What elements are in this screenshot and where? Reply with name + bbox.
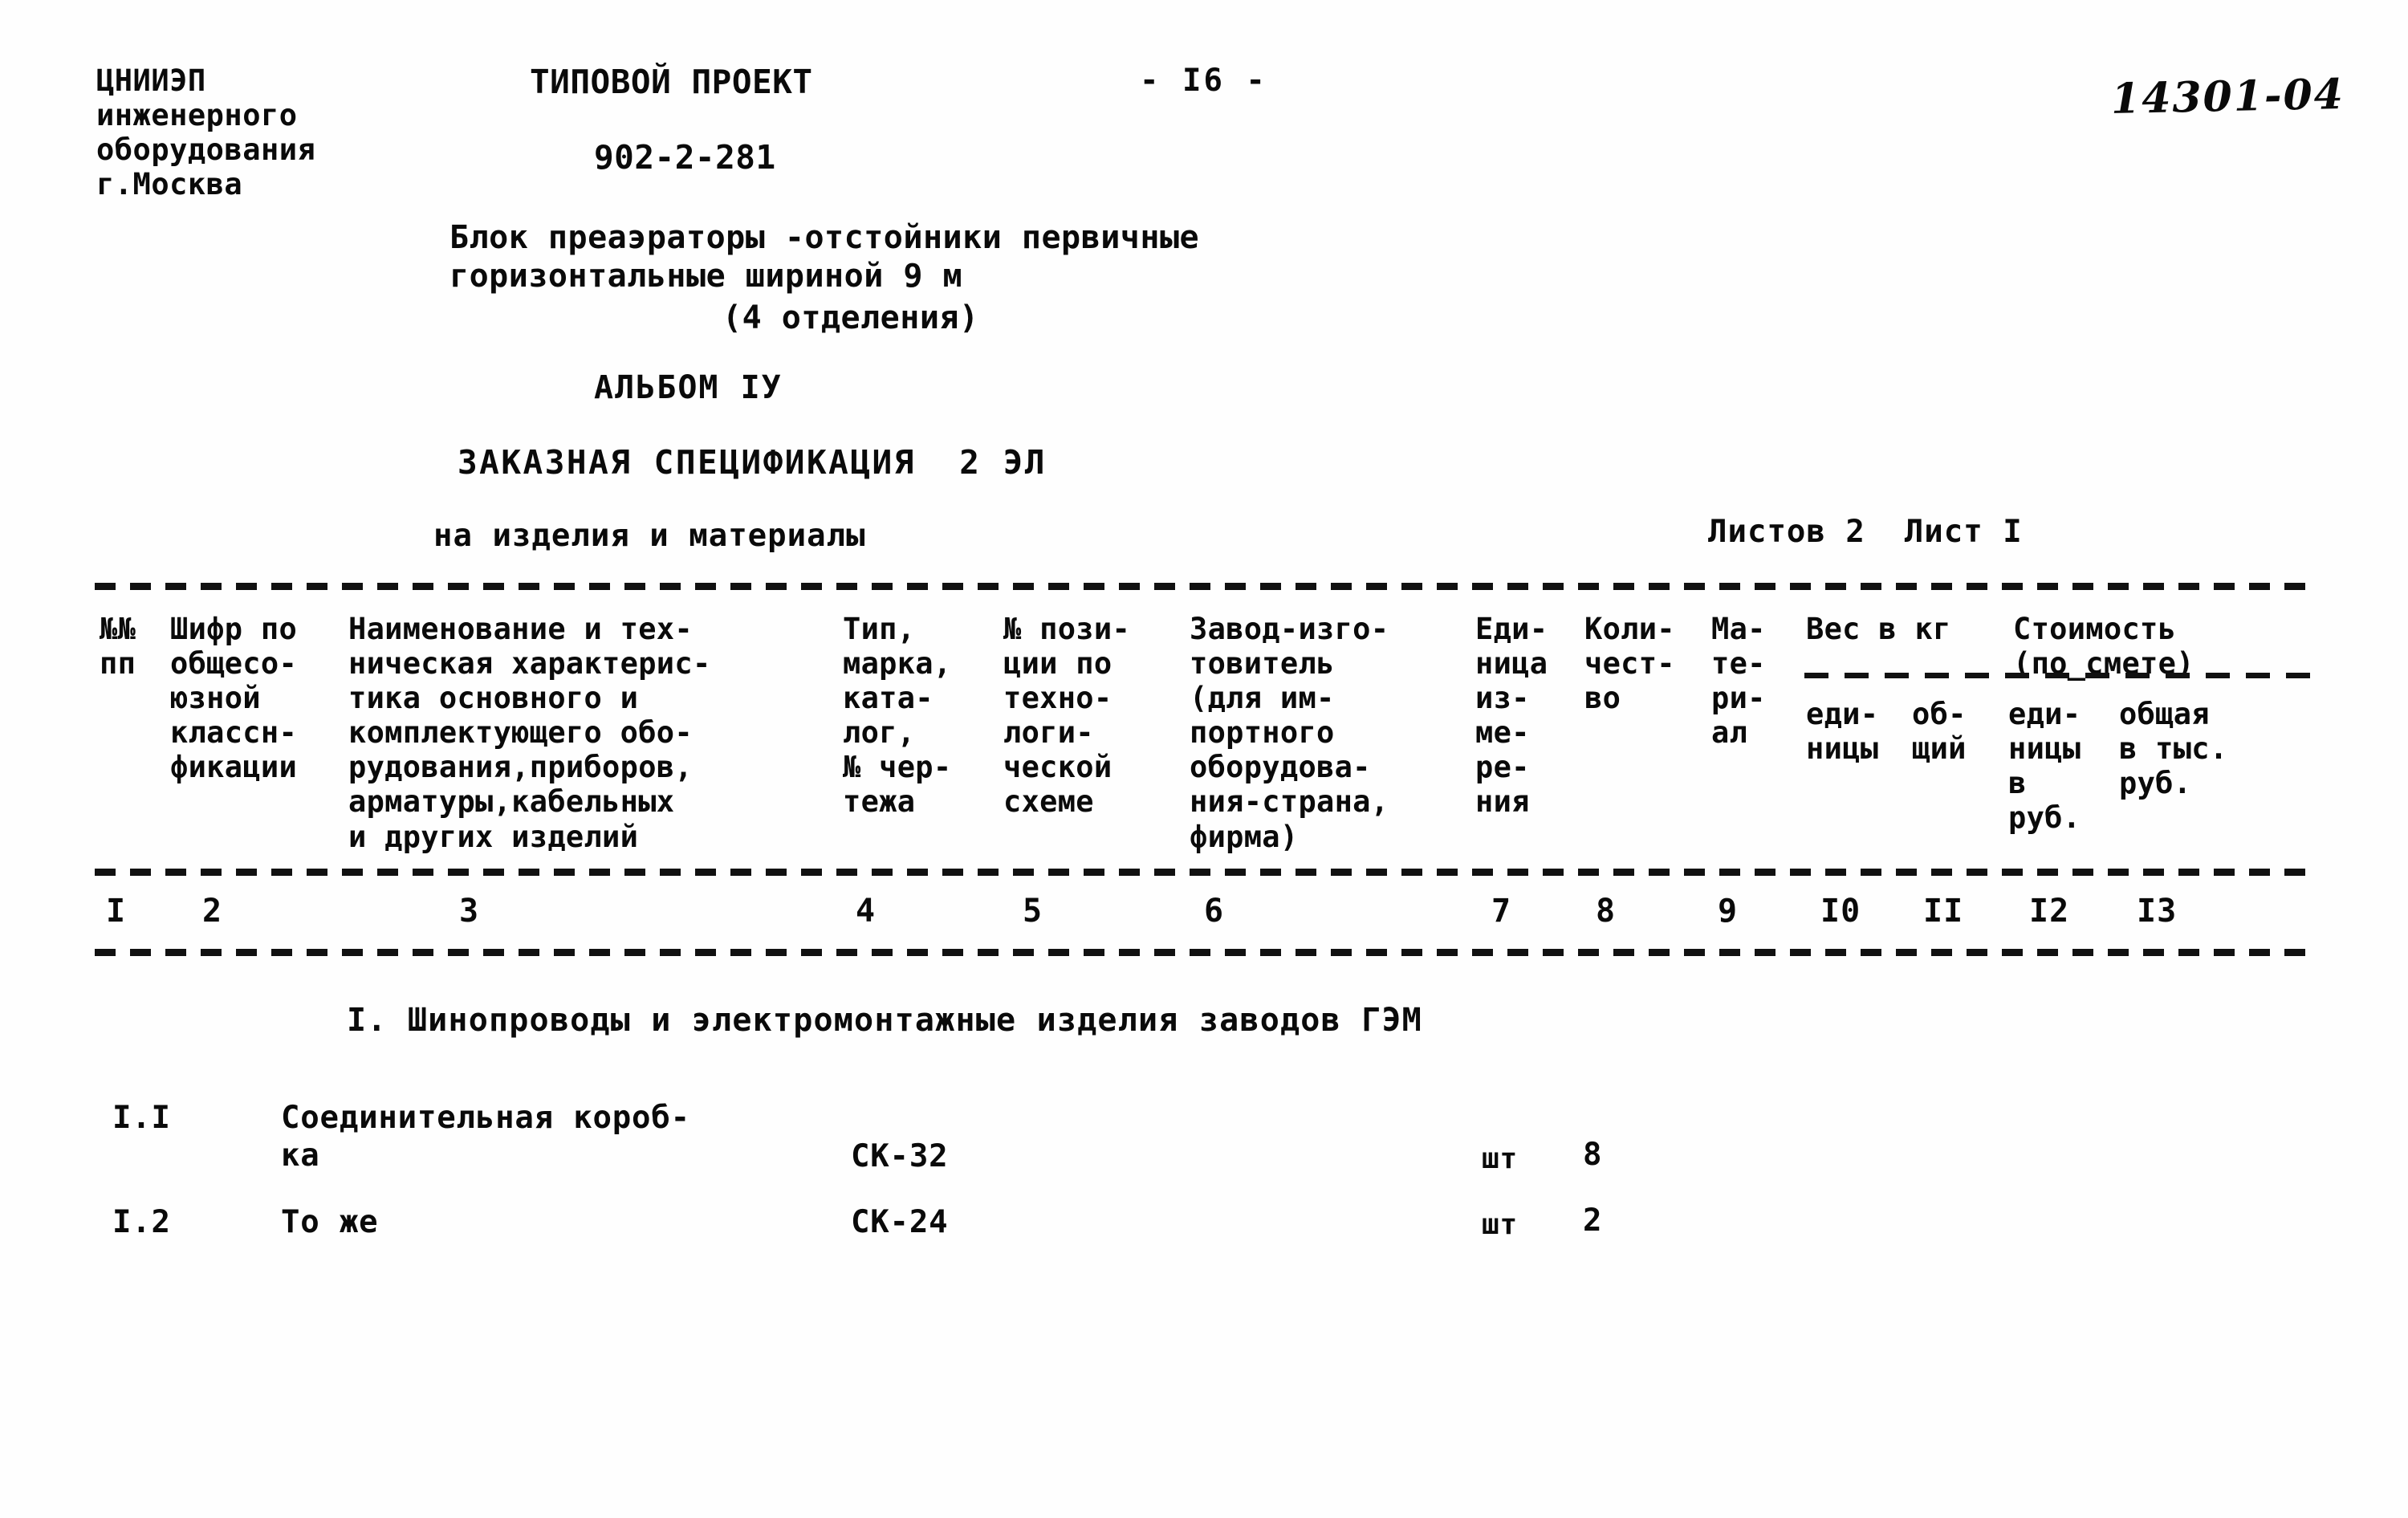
column-number-12: I2	[2029, 893, 2070, 930]
column-number-3: 3	[459, 893, 480, 930]
table-row-1-number: I.I	[112, 1100, 171, 1136]
table-row-1-quantity: 8	[1583, 1137, 1603, 1173]
sheets-info: Листов 2 Лист I	[1708, 514, 2023, 550]
header-col-13: общая в тыс. руб.	[2119, 697, 2228, 801]
object-subtitle: (4 отделения)	[722, 299, 979, 336]
header-group-rule	[1804, 673, 2310, 678]
table-row-2-quantity: 2	[1583, 1203, 1603, 1239]
document-page: ЦНИИЭП инженерного оборудования г.Москва…	[0, 0, 2408, 1518]
table-row-2-name: То же	[281, 1204, 379, 1240]
header-col-10: еди- ницы	[1806, 697, 1879, 767]
header-col-8: Коли- чест- во	[1584, 612, 1675, 716]
table-body-top-rule	[95, 949, 2310, 956]
table-row-2-number: I.2	[112, 1204, 171, 1240]
album-label: АЛЬБОМ IУ	[594, 369, 783, 406]
object-title: Блок преаэраторы -отстойники первичные г…	[449, 219, 1200, 295]
table-top-rule	[95, 583, 2310, 590]
column-number-4: 4	[856, 893, 877, 930]
table-row-1-name: Соединительная короб- ка	[281, 1100, 690, 1174]
table-row-1-type: СК-32	[851, 1138, 949, 1174]
column-number-10: I0	[1820, 893, 1861, 930]
header-col-5: № пози- ции по техно- логи- ческой схеме	[1003, 612, 1131, 820]
header-group-weight: Вес в кг	[1806, 612, 1951, 646]
table-row-2-type: СК-24	[851, 1204, 949, 1240]
column-number-5: 5	[1023, 893, 1043, 930]
header-col-7: Еди- ница из- ме- ре- ния	[1475, 612, 1548, 820]
header-col-11: об- щий	[1912, 697, 1967, 767]
column-number-9: 9	[1718, 893, 1739, 930]
header-col-4: Тип, марка, ката- лог, № чер- тежа	[843, 612, 952, 820]
header-col-2: Шифр по общесо- юзной классн- фикации	[170, 612, 298, 785]
column-number-1: I	[106, 893, 127, 930]
specification-title: ЗАКАЗНАЯ СПЕЦИФИКАЦИЯ 2 ЭЛ	[458, 443, 1047, 482]
page-number-marker: - I6 -	[1140, 63, 1267, 99]
column-number-13: I3	[2137, 893, 2178, 930]
section-heading: I. Шинопроводы и электромонтажные издели…	[347, 1002, 1422, 1039]
table-row-1-unit: шт	[1482, 1142, 1518, 1175]
project-type-label: ТИПОВОЙ ПРОЕКТ	[530, 63, 813, 101]
column-number-8: 8	[1596, 893, 1617, 930]
specification-subtitle: на изделия и материалы	[433, 518, 866, 554]
organization-block: ЦНИИЭП инженерного оборудования г.Москва	[96, 63, 316, 201]
column-number-11: II	[1923, 893, 1964, 930]
header-col-12: еди- ницы в руб.	[2008, 697, 2081, 836]
column-number-7: 7	[1491, 893, 1512, 930]
header-group-cost: Стоимость (по_смете)	[2013, 612, 2194, 682]
column-number-2: 2	[202, 893, 223, 930]
header-col-6: Завод-изго- товитель (для им- портного о…	[1190, 612, 1389, 854]
project-code: 902-2-281	[594, 138, 776, 177]
table-row-2-unit: шт	[1482, 1208, 1518, 1241]
header-col-3: Наименование и тех- ническая характерис-…	[348, 612, 711, 854]
table-header-bottom-rule	[95, 869, 2310, 876]
column-number-6: 6	[1204, 893, 1225, 930]
archive-code-handwritten: 14301-04	[2110, 69, 2345, 124]
header-col-9: Ма- те- ри- ал	[1711, 612, 1766, 751]
